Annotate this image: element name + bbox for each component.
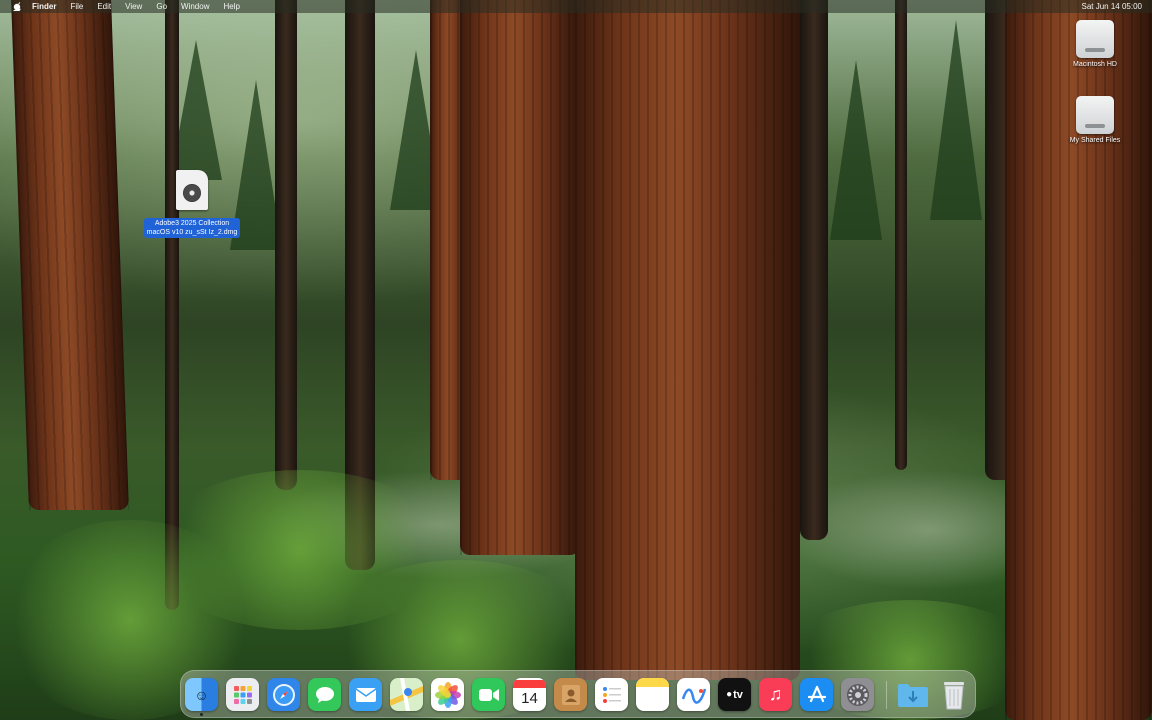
desktop-icon-label: Macintosh HD [1073,61,1117,68]
launchpad-icon [233,685,252,704]
trash-icon [943,681,964,709]
calendar-icon: 14 [521,689,538,707]
menu-bar-clock[interactable]: Sat Jun 14 05:00 [1082,0,1143,13]
reminders-icon [602,686,621,703]
desktop-file-label: Adobe3 2025 Collection macOS v10 zu_sSt … [143,218,241,238]
safari-icon [272,683,295,706]
maps-icon [390,678,423,711]
finder-icon: ☺ [194,686,209,703]
menu-help[interactable]: Help [223,0,239,13]
freeform-icon [681,688,706,704]
app-store-icon [807,685,826,702]
contacts-icon [561,684,580,705]
apple-logo-icon: ● [726,689,733,700]
dock-photos[interactable] [431,678,464,711]
menu-edit[interactable]: Edit [97,0,111,13]
dock-messages[interactable] [308,678,341,711]
dock: ☺ 14 ● tv ♫ [180,670,976,718]
tv-icon: tv [733,688,743,701]
messages-icon [315,686,334,703]
dock-music[interactable]: ♫ [759,678,792,711]
calendar-header [513,679,546,688]
dock-notes[interactable] [636,678,669,711]
dmg-file-icon [176,170,208,210]
dock-tv[interactable]: ● tv [718,678,751,711]
dock-reminders[interactable] [595,678,628,711]
dock-facetime[interactable] [472,678,505,711]
menu-go[interactable]: Go [156,0,167,13]
dock-launchpad[interactable] [226,678,259,711]
menu-finder[interactable]: Finder [32,0,56,13]
menu-view[interactable]: View [125,0,142,13]
music-icon: ♫ [768,684,783,704]
desktop-icon-macintosh-hd[interactable]: Macintosh HD [1062,20,1128,68]
desktop-wallpaper [0,0,1152,720]
running-indicator [200,713,203,716]
desktop-icon-my-shared-files[interactable]: My Shared Files [1058,96,1132,144]
dock-mail[interactable] [349,678,382,711]
dock-finder[interactable]: ☺ [185,678,218,711]
dock-contacts[interactable] [554,678,587,711]
mail-icon [355,687,376,702]
facetime-icon [478,688,499,701]
photos-icon [434,681,461,708]
menu-bar: Finder File Edit View Go Window Help Sat… [0,0,1152,13]
notes-icon [636,678,669,687]
downloads-folder-icon [897,683,928,707]
hard-disk-icon [1076,20,1114,58]
hard-disk-icon [1076,96,1114,134]
dock-freeform[interactable] [677,678,710,711]
dock-maps[interactable] [390,678,423,711]
menu-window[interactable]: Window [181,0,209,13]
settings-icon [846,683,869,706]
dock-downloads[interactable] [896,678,929,711]
dock-system-settings[interactable] [841,678,874,711]
apple-menu-icon[interactable] [12,2,22,12]
dock-separator [886,681,887,709]
dock-safari[interactable] [267,678,300,711]
desktop-file-dmg[interactable]: Adobe3 2025 Collection macOS v10 zu_sSt … [136,170,248,239]
dock-app-store[interactable] [800,678,833,711]
menu-file[interactable]: File [70,0,83,13]
dock-trash[interactable] [937,678,970,711]
desktop-icon-label: My Shared Files [1069,137,1121,144]
dock-calendar[interactable]: 14 [513,678,546,711]
